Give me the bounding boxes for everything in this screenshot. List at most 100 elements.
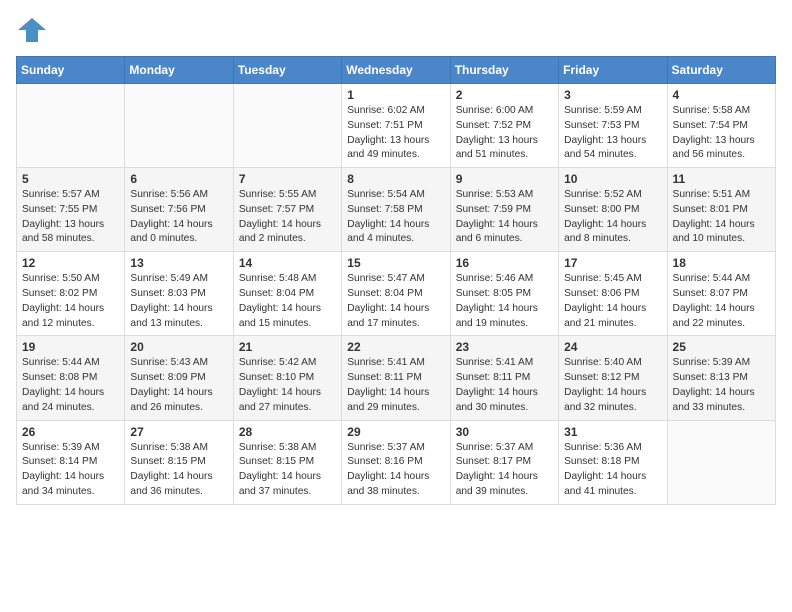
day-number: 15 <box>347 256 444 270</box>
calendar-cell: 10 Sunrise: 5:52 AMSunset: 8:00 PMDayligh… <box>559 168 667 252</box>
day-number: 23 <box>456 340 553 354</box>
day-number: 21 <box>239 340 336 354</box>
day-number: 16 <box>456 256 553 270</box>
weekday-header: Thursday <box>450 57 558 84</box>
calendar-cell: 11 Sunrise: 5:51 AMSunset: 8:01 PMDayligh… <box>667 168 775 252</box>
calendar-table: SundayMondayTuesdayWednesdayThursdayFrid… <box>16 56 776 505</box>
day-number: 14 <box>239 256 336 270</box>
day-info: Sunrise: 5:38 AMSunset: 8:15 PMDaylight:… <box>130 442 212 497</box>
day-info: Sunrise: 5:59 AMSunset: 7:53 PMDaylight:… <box>564 105 646 160</box>
day-number: 18 <box>673 256 770 270</box>
calendar-cell <box>667 420 775 504</box>
day-info: Sunrise: 5:54 AMSunset: 7:58 PMDaylight:… <box>347 189 429 244</box>
weekday-header: Wednesday <box>342 57 450 84</box>
calendar-cell: 30 Sunrise: 5:37 AMSunset: 8:17 PMDayligh… <box>450 420 558 504</box>
day-info: Sunrise: 5:49 AMSunset: 8:03 PMDaylight:… <box>130 273 212 328</box>
calendar-cell: 4 Sunrise: 5:58 AMSunset: 7:54 PMDaylight… <box>667 84 775 168</box>
day-number: 5 <box>22 172 119 186</box>
day-info: Sunrise: 5:58 AMSunset: 7:54 PMDaylight:… <box>673 105 755 160</box>
calendar-cell: 18 Sunrise: 5:44 AMSunset: 8:07 PMDayligh… <box>667 252 775 336</box>
day-number: 22 <box>347 340 444 354</box>
day-number: 31 <box>564 425 661 439</box>
calendar-cell: 22 Sunrise: 5:41 AMSunset: 8:11 PMDayligh… <box>342 336 450 420</box>
calendar-cell: 26Sunrise: 5:39 AMSunset: 8:14 PMDayligh… <box>17 420 125 504</box>
weekday-header: Monday <box>125 57 233 84</box>
calendar-cell: 12Sunrise: 5:50 AMSunset: 8:02 PMDayligh… <box>17 252 125 336</box>
day-info: Sunrise: 5:55 AMSunset: 7:57 PMDaylight:… <box>239 189 321 244</box>
day-info: Sunrise: 5:38 AMSunset: 8:15 PMDaylight:… <box>239 442 321 497</box>
calendar-week-row: 1 Sunrise: 6:02 AMSunset: 7:51 PMDaylight… <box>17 84 776 168</box>
calendar-cell: 2 Sunrise: 6:00 AMSunset: 7:52 PMDaylight… <box>450 84 558 168</box>
calendar-header: SundayMondayTuesdayWednesdayThursdayFrid… <box>17 57 776 84</box>
day-info: Sunrise: 5:44 AMSunset: 8:07 PMDaylight:… <box>673 273 755 328</box>
calendar-cell: 27 Sunrise: 5:38 AMSunset: 8:15 PMDayligh… <box>125 420 233 504</box>
day-info: Sunrise: 5:46 AMSunset: 8:05 PMDaylight:… <box>456 273 538 328</box>
calendar-cell: 20 Sunrise: 5:43 AMSunset: 8:09 PMDayligh… <box>125 336 233 420</box>
calendar-cell: 21 Sunrise: 5:42 AMSunset: 8:10 PMDayligh… <box>233 336 341 420</box>
calendar-cell: 24Sunrise: 5:40 AMSunset: 8:12 PMDayligh… <box>559 336 667 420</box>
day-number: 11 <box>673 172 770 186</box>
day-info: Sunrise: 5:42 AMSunset: 8:10 PMDaylight:… <box>239 357 321 412</box>
day-number: 20 <box>130 340 227 354</box>
calendar-cell: 28 Sunrise: 5:38 AMSunset: 8:15 PMDayligh… <box>233 420 341 504</box>
day-number: 13 <box>130 256 227 270</box>
calendar-cell: 7 Sunrise: 5:55 AMSunset: 7:57 PMDaylight… <box>233 168 341 252</box>
calendar-week-row: 26Sunrise: 5:39 AMSunset: 8:14 PMDayligh… <box>17 420 776 504</box>
day-info: Sunrise: 5:56 AMSunset: 7:56 PMDaylight:… <box>130 189 212 244</box>
day-info: Sunrise: 5:37 AMSunset: 8:16 PMDaylight:… <box>347 442 429 497</box>
calendar-cell: 19 Sunrise: 5:44 AMSunset: 8:08 PMDayligh… <box>17 336 125 420</box>
calendar-cell: 13 Sunrise: 5:49 AMSunset: 8:03 PMDayligh… <box>125 252 233 336</box>
calendar-cell: 17 Sunrise: 5:45 AMSunset: 8:06 PMDayligh… <box>559 252 667 336</box>
day-number: 10 <box>564 172 661 186</box>
day-number: 4 <box>673 88 770 102</box>
calendar-cell: 8 Sunrise: 5:54 AMSunset: 7:58 PMDaylight… <box>342 168 450 252</box>
calendar-week-row: 5 Sunrise: 5:57 AMSunset: 7:55 PMDaylight… <box>17 168 776 252</box>
calendar-cell <box>17 84 125 168</box>
day-info: Sunrise: 5:51 AMSunset: 8:01 PMDaylight:… <box>673 189 755 244</box>
day-number: 28 <box>239 425 336 439</box>
day-number: 27 <box>130 425 227 439</box>
day-info: Sunrise: 5:41 AMSunset: 8:11 PMDaylight:… <box>456 357 538 412</box>
page-header <box>16 16 776 44</box>
logo <box>16 16 52 44</box>
calendar-cell: 1 Sunrise: 6:02 AMSunset: 7:51 PMDaylight… <box>342 84 450 168</box>
calendar-cell: 15 Sunrise: 5:47 AMSunset: 8:04 PMDayligh… <box>342 252 450 336</box>
day-number: 19 <box>22 340 119 354</box>
day-info: Sunrise: 5:57 AMSunset: 7:55 PMDaylight:… <box>22 189 104 244</box>
day-info: Sunrise: 5:36 AMSunset: 8:18 PMDaylight:… <box>564 442 646 497</box>
day-info: Sunrise: 5:47 AMSunset: 8:04 PMDaylight:… <box>347 273 429 328</box>
day-info: Sunrise: 5:53 AMSunset: 7:59 PMDaylight:… <box>456 189 538 244</box>
day-number: 30 <box>456 425 553 439</box>
day-number: 1 <box>347 88 444 102</box>
calendar-cell: 31 Sunrise: 5:36 AMSunset: 8:18 PMDayligh… <box>559 420 667 504</box>
weekday-header: Tuesday <box>233 57 341 84</box>
weekday-header: Friday <box>559 57 667 84</box>
day-number: 25 <box>673 340 770 354</box>
day-info: Sunrise: 5:37 AMSunset: 8:17 PMDaylight:… <box>456 442 538 497</box>
day-info: Sunrise: 5:52 AMSunset: 8:00 PMDaylight:… <box>564 189 646 244</box>
day-number: 8 <box>347 172 444 186</box>
day-info: Sunrise: 5:45 AMSunset: 8:06 PMDaylight:… <box>564 273 646 328</box>
logo-icon <box>16 16 48 44</box>
calendar-cell: 25 Sunrise: 5:39 AMSunset: 8:13 PMDayligh… <box>667 336 775 420</box>
day-info: Sunrise: 5:39 AMSunset: 8:13 PMDaylight:… <box>673 357 755 412</box>
day-number: 17 <box>564 256 661 270</box>
calendar-cell: 29Sunrise: 5:37 AMSunset: 8:16 PMDayligh… <box>342 420 450 504</box>
day-number: 12 <box>22 256 119 270</box>
calendar-cell <box>125 84 233 168</box>
day-info: Sunrise: 6:00 AMSunset: 7:52 PMDaylight:… <box>456 105 538 160</box>
day-info: Sunrise: 5:48 AMSunset: 8:04 PMDaylight:… <box>239 273 321 328</box>
day-number: 24 <box>564 340 661 354</box>
calendar-week-row: 19 Sunrise: 5:44 AMSunset: 8:08 PMDayligh… <box>17 336 776 420</box>
calendar-cell: 6Sunrise: 5:56 AMSunset: 7:56 PMDaylight… <box>125 168 233 252</box>
day-number: 7 <box>239 172 336 186</box>
day-info: Sunrise: 5:44 AMSunset: 8:08 PMDaylight:… <box>22 357 104 412</box>
day-number: 2 <box>456 88 553 102</box>
calendar-cell: 9Sunrise: 5:53 AMSunset: 7:59 PMDaylight… <box>450 168 558 252</box>
day-info: Sunrise: 5:41 AMSunset: 8:11 PMDaylight:… <box>347 357 429 412</box>
day-info: Sunrise: 5:39 AMSunset: 8:14 PMDaylight:… <box>22 442 104 497</box>
day-info: Sunrise: 5:43 AMSunset: 8:09 PMDaylight:… <box>130 357 212 412</box>
calendar-cell: 14 Sunrise: 5:48 AMSunset: 8:04 PMDayligh… <box>233 252 341 336</box>
calendar-cell: 23 Sunrise: 5:41 AMSunset: 8:11 PMDayligh… <box>450 336 558 420</box>
day-info: Sunrise: 6:02 AMSunset: 7:51 PMDaylight:… <box>347 105 429 160</box>
